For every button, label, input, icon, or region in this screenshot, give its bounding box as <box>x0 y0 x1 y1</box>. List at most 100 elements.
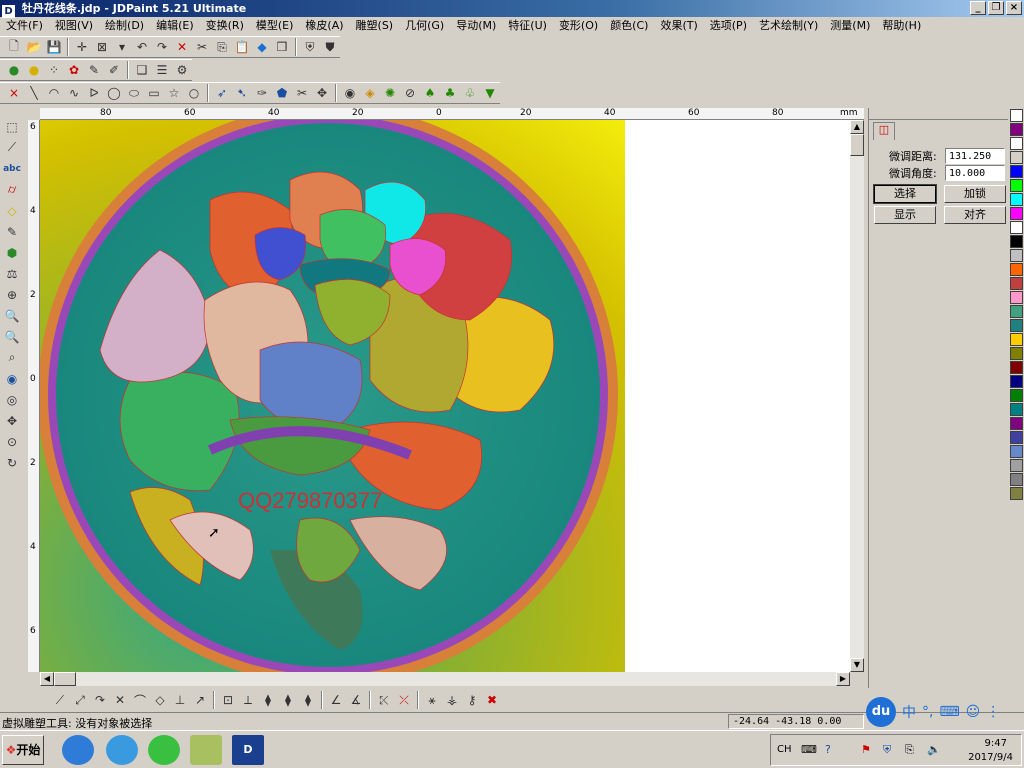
color-swatch[interactable] <box>1010 319 1023 332</box>
ime-mode[interactable]: 中 <box>902 702 916 722</box>
color-swatch[interactable] <box>1010 347 1023 360</box>
language-indicator[interactable]: CH <box>777 744 792 755</box>
snap-angle-2-icon[interactable]: ∡ <box>346 690 366 710</box>
vscroll-thumb[interactable] <box>850 134 864 156</box>
save-icon[interactable]: 💾 <box>44 37 64 57</box>
snap-line-icon[interactable]: ⟋ <box>50 690 70 710</box>
layers-icon[interactable]: ❑ <box>132 60 152 80</box>
menu-item-12[interactable]: 颜色(C) <box>604 17 654 35</box>
eraser-icon[interactable]: ◇ <box>1 200 23 221</box>
color-swatch[interactable] <box>1010 417 1023 430</box>
dropdown-icon[interactable]: ▾ <box>112 37 132 57</box>
ellipse-icon[interactable]: ⬭ <box>124 83 144 103</box>
color-swatch[interactable] <box>1010 473 1023 486</box>
star-icon[interactable]: ☆ <box>164 83 184 103</box>
browser-icon[interactable] <box>106 735 138 765</box>
snap-end-icon[interactable]: ⤢ <box>70 690 90 710</box>
start-button[interactable]: ❖开始 <box>2 735 44 765</box>
scroll-left-icon[interactable]: ◀ <box>40 672 54 686</box>
undo-icon[interactable]: ↶ <box>132 37 152 57</box>
color-swatch[interactable] <box>1010 235 1023 248</box>
zoom-in-icon[interactable]: 🔍 <box>1 305 23 326</box>
menu-item-6[interactable]: 橡皮(A) <box>299 17 349 35</box>
menu-item-4[interactable]: 变换(R) <box>200 17 250 35</box>
menu-item-14[interactable]: 选项(P) <box>704 17 753 35</box>
menu-item-9[interactable]: 导动(M) <box>450 17 502 35</box>
relief-1-icon[interactable]: ◉ <box>340 83 360 103</box>
menu-item-8[interactable]: 几何(G) <box>399 17 450 35</box>
round-icon[interactable]: ○ <box>184 83 204 103</box>
menu-item-2[interactable]: 绘制(D) <box>99 17 150 35</box>
relief-8-icon[interactable]: ▼ <box>480 83 500 103</box>
snap-axis-icon[interactable]: ⟂ <box>238 690 258 710</box>
ie-browser-icon[interactable] <box>62 735 94 765</box>
snap-tangent-icon[interactable]: ⌒ <box>130 690 150 710</box>
minimize-button[interactable]: _ <box>970 1 986 15</box>
delete-icon[interactable]: ✕ <box>172 37 192 57</box>
copy-icon[interactable]: ⎘ <box>212 37 232 57</box>
relief-2-icon[interactable]: ◈ <box>360 83 380 103</box>
drawing-canvas[interactable]: QQ279870377 ➚ <box>40 120 850 672</box>
color-swatch[interactable] <box>1010 263 1023 276</box>
horizontal-scrollbar[interactable]: ◀ ▶ <box>40 672 850 686</box>
open-folder-icon[interactable]: 📂 <box>24 37 44 57</box>
menu-item-3[interactable]: 编辑(E) <box>150 17 200 35</box>
zoom-out-icon[interactable]: 🔍 <box>1 326 23 347</box>
help-icon[interactable]: ? <box>825 743 831 756</box>
color-swatch[interactable] <box>1010 333 1023 346</box>
settings-icon[interactable]: ⚙ <box>172 60 192 80</box>
scroll-right-icon[interactable]: ▶ <box>836 672 850 686</box>
menu-item-15[interactable]: 艺术绘制(Y) <box>753 17 824 35</box>
vertical-scrollbar[interactable]: ▲ ▼ <box>850 120 864 672</box>
color-swatch[interactable] <box>1010 207 1023 220</box>
hscroll-thumb[interactable] <box>54 672 76 686</box>
view-all-icon[interactable]: ◎ <box>1 389 23 410</box>
snap-point-icon[interactable]: ⊡ <box>218 690 238 710</box>
zoom-prev-icon[interactable]: ⌕ <box>1 347 23 368</box>
select-button[interactable]: 选择 <box>873 184 937 204</box>
polyline-icon[interactable]: ∿ <box>64 83 84 103</box>
panel-tab-transform-icon[interactable]: ◫ <box>873 122 895 140</box>
filter-3-icon[interactable]: ⚷ <box>462 690 482 710</box>
rectangle-icon[interactable]: ▭ <box>144 83 164 103</box>
color-swatch[interactable] <box>1010 305 1023 318</box>
close-button[interactable]: × <box>1006 1 1022 15</box>
menu-item-5[interactable]: 模型(E) <box>250 17 300 35</box>
color-swatch[interactable] <box>1010 137 1023 150</box>
color-swatch[interactable] <box>1010 221 1023 234</box>
punctuation-icon[interactable]: °, <box>922 704 933 720</box>
snap-perp-icon[interactable]: ⊥ <box>170 690 190 710</box>
clock-date[interactable]: 2017/9/4 <box>968 752 1013 763</box>
volume-icon[interactable]: 🔈 <box>927 743 941 756</box>
clock-time[interactable]: 9:47 <box>985 738 1007 749</box>
text-tool-icon[interactable]: abc <box>1 158 23 179</box>
menu-item-10[interactable]: 特征(U) <box>502 17 553 35</box>
relief-6-icon[interactable]: ♣ <box>440 83 460 103</box>
shield-icon[interactable]: ⛨ <box>300 37 320 57</box>
bucket-icon[interactable]: ⬢ <box>1 242 23 263</box>
line-icon[interactable]: ╲ <box>24 83 44 103</box>
color-swatch[interactable] <box>1010 389 1023 402</box>
color-swatch[interactable] <box>1010 291 1023 304</box>
color-swatch[interactable] <box>1010 165 1023 178</box>
pan-icon[interactable]: ✥ <box>1 410 23 431</box>
snap-grid-2-icon[interactable]: ⧫ <box>278 690 298 710</box>
color-swatch[interactable] <box>1010 375 1023 388</box>
brush-icon[interactable]: ✎ <box>84 60 104 80</box>
cylinder-icon[interactable]: ⌭ <box>1 179 23 200</box>
snap-off-2-icon[interactable]: ⤫ <box>394 690 414 710</box>
color-swatch[interactable] <box>1010 277 1023 290</box>
color-swatch[interactable] <box>1010 487 1023 500</box>
color-swatch[interactable] <box>1010 361 1023 374</box>
menu-item-16[interactable]: 测量(M) <box>824 17 876 35</box>
zoom-icon[interactable]: ⊙ <box>1 431 23 452</box>
relief-4-icon[interactable]: ⊘ <box>400 83 420 103</box>
redo-icon[interactable]: ↷ <box>152 37 172 57</box>
relief-3-icon[interactable]: ✺ <box>380 83 400 103</box>
select-rect-icon[interactable]: ⬚ <box>1 116 23 137</box>
color-swatch[interactable] <box>1010 249 1023 262</box>
point-icon[interactable]: × <box>4 83 24 103</box>
crosshair-icon[interactable]: ✛ <box>72 37 92 57</box>
relief-7-icon[interactable]: ♧ <box>460 83 480 103</box>
snap-grid-1-icon[interactable]: ⧫ <box>258 690 278 710</box>
